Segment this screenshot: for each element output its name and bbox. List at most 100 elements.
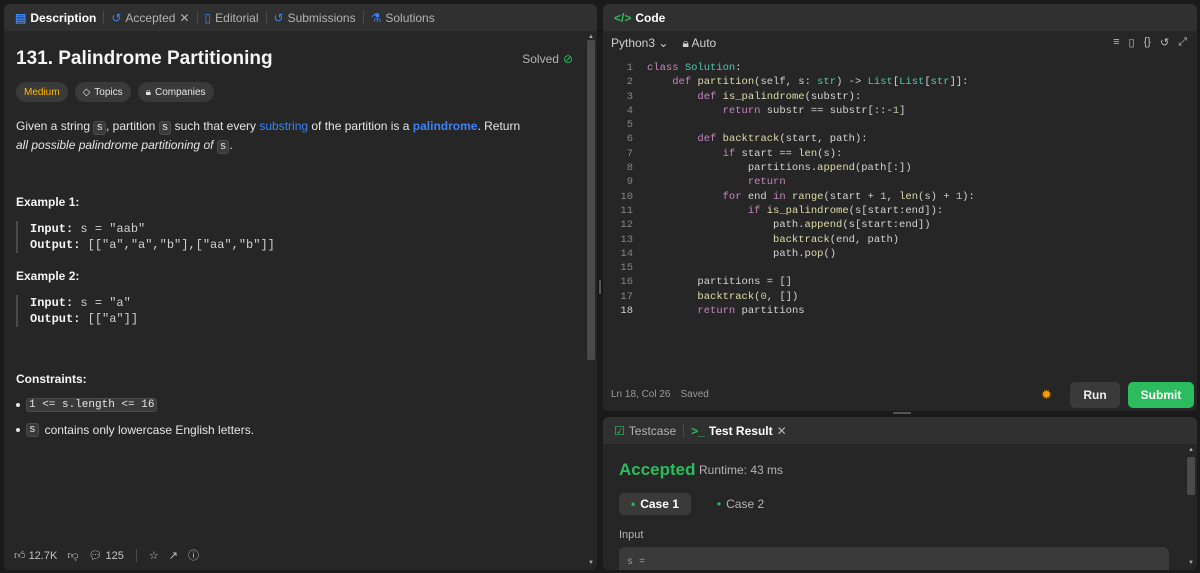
result-scrollbar[interactable]: ▲ ▼	[1187, 447, 1195, 566]
example-1-heading: Example 1:	[16, 195, 80, 209]
code-line: 1 class Solution:	[626, 62, 742, 74]
scroll-thumb[interactable]	[1187, 457, 1195, 495]
share-icon[interactable]: ↗	[169, 549, 178, 562]
result-tab-bar: ☑ Testcase >_ Test Result ✕	[603, 417, 1197, 444]
constraints-heading: Constraints:	[16, 372, 87, 386]
problem-title: 131. Palindrome Partitioning	[16, 48, 273, 69]
tab-code[interactable]: </> Code	[609, 11, 670, 25]
runtime: Runtime: 43 ms	[699, 463, 784, 477]
input-label: Input	[619, 529, 644, 541]
bullet	[16, 428, 20, 432]
description-scrollbar[interactable]: ▲ ▼	[587, 34, 595, 566]
terminal-icon: >_	[691, 423, 705, 438]
scroll-down-icon[interactable]: ▼	[1187, 560, 1195, 566]
dislike-button[interactable]: 👎︎	[67, 549, 78, 562]
constraint-item: s contains only lowercase English letter…	[16, 423, 254, 437]
description-content: 131. Palindrome Partitioning Solved ⊘ Me…	[4, 31, 585, 570]
book-icon: ▯	[204, 10, 212, 25]
pass-dot-icon: •	[716, 497, 722, 511]
code-line: 8 partitions.append(path[:])	[626, 162, 912, 175]
vertical-splitter[interactable]	[599, 280, 601, 294]
language-select[interactable]: Python3 ⌄	[611, 36, 668, 50]
like-button[interactable]: 👍︎ 12.7K	[14, 549, 57, 562]
tab-separator	[683, 424, 685, 437]
scroll-thumb[interactable]	[587, 40, 595, 360]
case-tab-2[interactable]: • Case 2	[705, 493, 776, 515]
case-tab-1[interactable]: • Case 1	[619, 493, 691, 515]
description-panel: ▤ Description ↺ Accepted ✕ ▯ Editorial ↺…	[4, 4, 597, 570]
problem-description: Given a string s, partition s such that …	[16, 119, 521, 154]
tab-accepted[interactable]: ↺ Accepted ✕	[106, 11, 194, 25]
tab-testcase[interactable]: ☑ Testcase	[609, 424, 681, 438]
topics-badge[interactable]: ◇ Topics	[74, 82, 131, 102]
code-line: 9 return	[626, 176, 786, 189]
tab-separator	[265, 11, 267, 24]
tab-separator	[103, 11, 105, 24]
close-icon[interactable]: ✕	[777, 425, 787, 437]
tag-icon: ◇	[82, 86, 91, 98]
mode-toggle[interactable]: 🔒︎ Auto	[682, 36, 716, 51]
code-line: 13 backtrack(end, path)	[620, 233, 900, 246]
flask-icon: ⚗	[370, 10, 382, 25]
pass-dot-icon: •	[631, 497, 636, 511]
description-footer: 👍︎ 12.7K 👎︎ 💬︎ 125 ☆ ↗ ⓘ	[4, 540, 585, 570]
footer-separator	[135, 548, 137, 562]
bookmark-icon[interactable]: ▯	[1129, 36, 1135, 49]
reset-icon[interactable]: ↺	[1160, 36, 1169, 49]
companies-badge[interactable]: 🔒︎ Companies	[137, 82, 214, 102]
difficulty-badge: Medium	[16, 82, 68, 102]
history-icon: ↺	[111, 10, 122, 25]
substring-link[interactable]: substring	[259, 119, 308, 133]
example-2-heading: Example 2:	[16, 269, 80, 283]
code-line: 18 return partitions	[620, 305, 805, 318]
code-tab-bar: </> Code	[603, 4, 1197, 31]
lock-icon: 🔒︎	[145, 86, 151, 98]
badge-row: Medium ◇ Topics 🔒︎ Companies	[16, 82, 214, 102]
code-line: 17 backtrack(0, [])	[620, 290, 799, 303]
code-line: 14 path.pop()	[620, 247, 837, 260]
debug-icon[interactable]: ✹	[1041, 387, 1052, 403]
title-row: 131. Palindrome Partitioning Solved ⊘	[16, 48, 573, 70]
palindrome-link[interactable]: palindrome	[413, 119, 478, 133]
input-value-box: s =	[619, 547, 1169, 570]
editor-toolbar: Python3 ⌄ 🔒︎ Auto	[603, 31, 1197, 55]
code-line: 5	[626, 119, 633, 132]
submit-button[interactable]: Submit	[1128, 382, 1194, 408]
comments-button[interactable]: 💬︎ 125	[88, 549, 123, 562]
scroll-up-icon[interactable]: ▲	[1187, 447, 1195, 453]
editor-status: Ln 18, Col 26 Saved	[611, 389, 709, 400]
format-icon[interactable]: ≡	[1113, 36, 1119, 49]
clock-icon: ↺	[273, 10, 284, 25]
example-1-block: Input: s = "aab" Output: [["a","a","b"],…	[16, 221, 275, 253]
star-icon[interactable]: ☆	[149, 549, 159, 562]
tab-separator	[196, 11, 198, 24]
check-circle-icon: ⊘	[562, 52, 573, 66]
code-line: 10 for end in range(start + 1, len(s) + …	[620, 190, 975, 203]
run-button[interactable]: Run	[1070, 382, 1120, 408]
code-line: 15	[620, 262, 633, 275]
case-tabs: • Case 1 • Case 2	[619, 493, 776, 515]
code-line: 16 partitions = []	[620, 276, 792, 289]
lock-icon: 🔒︎	[682, 35, 689, 50]
code-line: 3 def is_palindrome(substr):	[626, 90, 862, 103]
tab-solutions[interactable]: ⚗ Solutions	[366, 11, 440, 25]
example-2-block: Input: s = "a" Output: [["a"]]	[16, 295, 138, 327]
tab-separator	[362, 11, 364, 24]
close-icon[interactable]: ✕	[179, 12, 189, 24]
editor-tool-icons: ≡ ▯ {} ↺ ⤢	[1113, 36, 1187, 49]
expand-icon[interactable]: ⤢	[1178, 36, 1187, 49]
result-panel: ☑ Testcase >_ Test Result ✕ Accepted Run…	[603, 417, 1197, 570]
code-line: 4 return substr == substr[::-1]	[626, 104, 906, 117]
horizontal-splitter[interactable]	[893, 412, 911, 414]
tab-description[interactable]: ▤ Description	[10, 11, 101, 25]
left-tab-bar: ▤ Description ↺ Accepted ✕ ▯ Editorial ↺…	[4, 4, 597, 31]
code-editor[interactable]: 1 class Solution: 2 def partition(self, s…	[603, 61, 1197, 318]
braces-icon[interactable]: {}	[1144, 36, 1151, 49]
help-icon[interactable]: ⓘ	[188, 547, 199, 563]
tab-editorial[interactable]: ▯ Editorial	[200, 11, 264, 25]
tab-test-result[interactable]: >_ Test Result ✕	[686, 424, 792, 438]
bullet	[16, 403, 20, 407]
tab-submissions[interactable]: ↺ Submissions	[269, 11, 361, 25]
verdict: Accepted	[619, 460, 696, 479]
scroll-down-icon[interactable]: ▼	[587, 560, 595, 566]
